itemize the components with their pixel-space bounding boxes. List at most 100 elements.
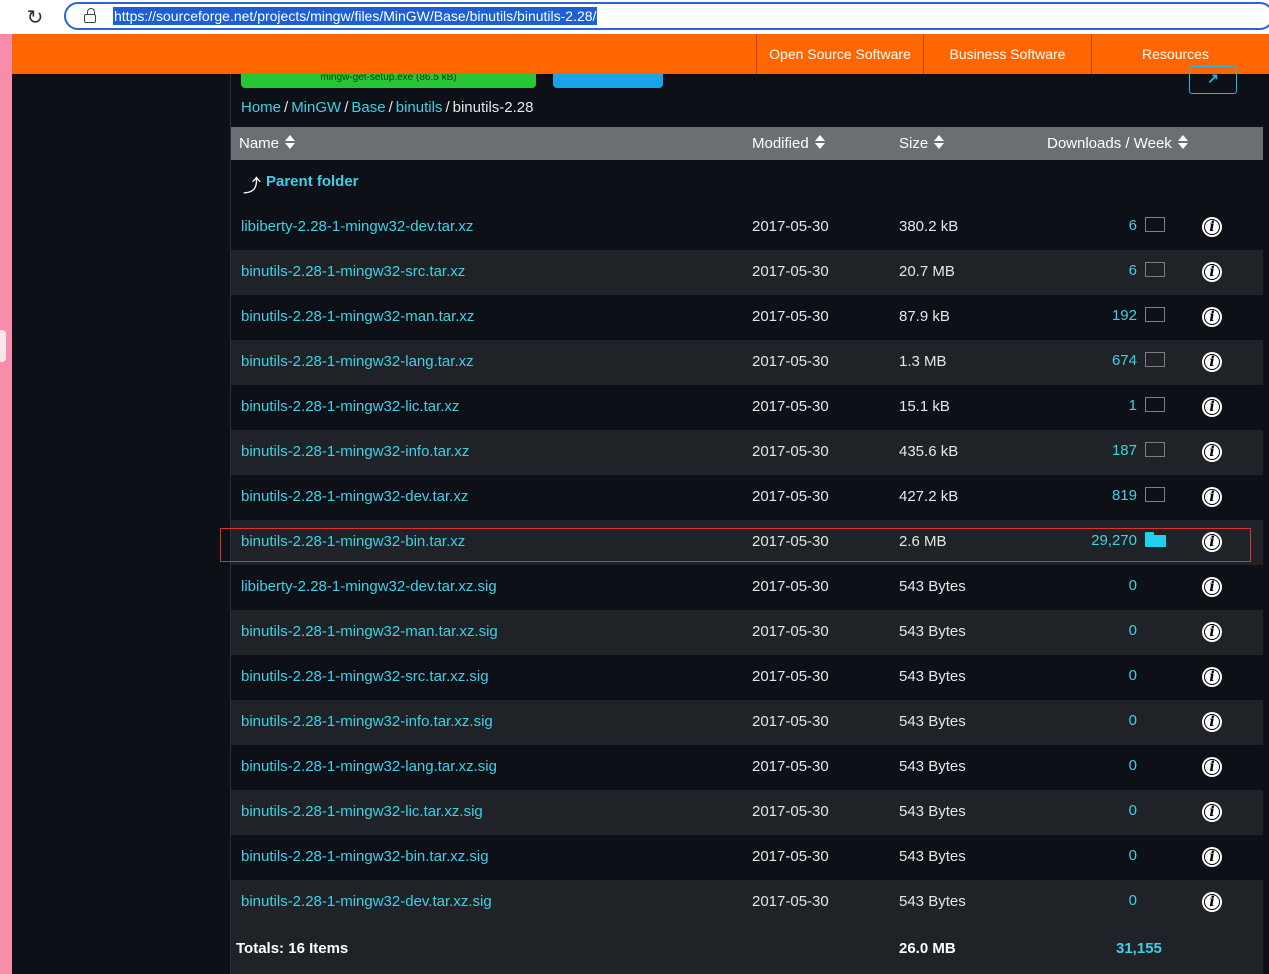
table-row: binutils-2.28-1-mingw32-dev.tar.xz.sig 20… bbox=[231, 880, 1263, 925]
file-link[interactable]: binutils-2.28-1-mingw32-info.tar.xz.sig bbox=[241, 713, 493, 730]
info-icon[interactable]: i bbox=[1202, 847, 1222, 867]
file-modified: 2017-05-30 bbox=[752, 218, 829, 235]
file-downloads[interactable]: 0 bbox=[1129, 892, 1137, 909]
left-sidebar bbox=[12, 74, 231, 974]
file-downloads[interactable]: 819 bbox=[1112, 487, 1137, 504]
info-icon[interactable]: i bbox=[1202, 892, 1222, 912]
url-text[interactable]: https://sourceforge.net/projects/mingw/f… bbox=[113, 7, 598, 25]
file-downloads[interactable]: 187 bbox=[1112, 442, 1137, 459]
info-icon[interactable]: i bbox=[1202, 442, 1222, 462]
lock-icon[interactable] bbox=[84, 8, 98, 24]
sort-icon[interactable] bbox=[934, 135, 945, 150]
sort-icon[interactable] bbox=[285, 135, 296, 150]
info-icon[interactable]: i bbox=[1202, 352, 1222, 372]
file-modified: 2017-05-30 bbox=[752, 398, 829, 415]
info-icon[interactable]: i bbox=[1202, 577, 1222, 597]
info-icon[interactable]: i bbox=[1202, 622, 1222, 642]
info-icon[interactable]: i bbox=[1202, 757, 1222, 777]
info-icon[interactable]: i bbox=[1202, 217, 1222, 237]
parent-folder-link[interactable]: Parent folder bbox=[266, 173, 359, 190]
totals-downloads: 31,155 bbox=[1116, 940, 1162, 957]
file-link[interactable]: binutils-2.28-1-mingw32-dev.tar.xz.sig bbox=[241, 893, 492, 910]
info-icon[interactable]: i bbox=[1202, 487, 1222, 507]
file-modified: 2017-05-30 bbox=[752, 443, 829, 460]
address-bar[interactable]: https://sourceforge.net/projects/mingw/f… bbox=[64, 2, 1269, 30]
table-row: binutils-2.28-1-mingw32-info.tar.xz.sig 2… bbox=[231, 700, 1263, 745]
file-size: 87.9 kB bbox=[899, 308, 950, 325]
file-link[interactable]: binutils-2.28-1-mingw32-src.tar.xz bbox=[241, 263, 465, 280]
table-row: binutils-2.28-1-mingw32-lang.tar.xz.sig 2… bbox=[231, 745, 1263, 790]
totals-row: Totals: 16 Items 26.0 MB 31,155 bbox=[231, 925, 1263, 974]
file-link[interactable]: binutils-2.28-1-mingw32-lic.tar.xz.sig bbox=[241, 803, 483, 820]
info-icon[interactable]: i bbox=[1202, 667, 1222, 687]
file-link[interactable]: binutils-2.28-1-mingw32-info.tar.xz bbox=[241, 443, 469, 460]
column-header-downloads-label: Downloads / Week bbox=[1047, 135, 1172, 152]
sort-icon[interactable] bbox=[814, 135, 825, 150]
file-downloads[interactable]: 0 bbox=[1129, 667, 1137, 684]
table-row: binutils-2.28-1-mingw32-src.tar.xz 2017-0… bbox=[231, 250, 1263, 295]
file-link[interactable]: binutils-2.28-1-mingw32-lang.tar.xz.sig bbox=[241, 758, 497, 775]
share-icon[interactable]: ↗ bbox=[1189, 66, 1237, 94]
browser-toolbar: ↻ https://sourceforge.net/projects/mingw… bbox=[0, 0, 1269, 34]
column-header-size[interactable]: Size bbox=[899, 127, 945, 160]
table-row: binutils-2.28-1-mingw32-man.tar.xz.sig 20… bbox=[231, 610, 1263, 655]
column-header-modified[interactable]: Modified bbox=[752, 127, 825, 160]
file-size: 543 Bytes bbox=[899, 713, 966, 730]
parent-folder-row[interactable]: ⤴ Parent folder bbox=[231, 160, 1263, 206]
file-modified: 2017-05-30 bbox=[752, 758, 829, 775]
breadcrumb-separator: / bbox=[284, 99, 289, 116]
reload-icon[interactable]: ↻ bbox=[22, 4, 48, 30]
file-modified: 2017-05-30 bbox=[752, 263, 829, 280]
sort-icon[interactable] bbox=[1177, 135, 1188, 150]
file-link[interactable]: binutils-2.28-1-mingw32-lic.tar.xz bbox=[241, 398, 459, 415]
info-icon[interactable]: i bbox=[1202, 712, 1222, 732]
side-panel-handle[interactable] bbox=[0, 330, 6, 362]
column-header-name[interactable]: Name bbox=[239, 127, 296, 160]
breadcrumb-base[interactable]: Base bbox=[351, 99, 385, 116]
download-sparkline bbox=[1145, 262, 1165, 277]
breadcrumb-home[interactable]: Home bbox=[241, 99, 281, 116]
table-row: binutils-2.28-1-mingw32-man.tar.xz 2017-0… bbox=[231, 295, 1263, 340]
file-modified: 2017-05-30 bbox=[752, 578, 829, 595]
secondary-action-button[interactable] bbox=[553, 74, 663, 88]
file-modified: 2017-05-30 bbox=[752, 623, 829, 640]
info-icon[interactable]: i bbox=[1202, 307, 1222, 327]
column-header-downloads[interactable]: Downloads / Week bbox=[1047, 127, 1188, 160]
download-latest-button[interactable]: mingw-get-setup.exe (86.5 kB) bbox=[241, 74, 536, 88]
info-icon[interactable]: i bbox=[1202, 262, 1222, 282]
file-link[interactable]: binutils-2.28-1-mingw32-src.tar.xz.sig bbox=[241, 668, 489, 685]
file-downloads[interactable]: 0 bbox=[1129, 802, 1137, 819]
file-link[interactable]: binutils-2.28-1-mingw32-bin.tar.xz bbox=[241, 533, 465, 550]
file-link[interactable]: binutils-2.28-1-mingw32-bin.tar.xz.sig bbox=[241, 848, 489, 865]
info-icon[interactable]: i bbox=[1202, 397, 1222, 417]
file-downloads[interactable]: 192 bbox=[1112, 307, 1137, 324]
file-downloads[interactable]: 674 bbox=[1112, 352, 1137, 369]
file-downloads[interactable]: 1 bbox=[1129, 397, 1137, 414]
nav-business-software[interactable]: Business Software bbox=[923, 34, 1091, 74]
file-downloads[interactable]: 0 bbox=[1129, 577, 1137, 594]
file-link[interactable]: binutils-2.28-1-mingw32-man.tar.xz bbox=[241, 308, 474, 325]
download-sparkline bbox=[1145, 217, 1165, 232]
nav-open-source-software[interactable]: Open Source Software bbox=[756, 34, 923, 74]
file-link[interactable]: libiberty-2.28-1-mingw32-dev.tar.xz.sig bbox=[241, 578, 497, 595]
breadcrumb-separator: / bbox=[344, 99, 349, 116]
breadcrumb-binutils[interactable]: binutils bbox=[396, 99, 443, 116]
file-downloads[interactable]: 0 bbox=[1129, 712, 1137, 729]
file-downloads[interactable]: 0 bbox=[1129, 757, 1137, 774]
file-link[interactable]: libiberty-2.28-1-mingw32-dev.tar.xz bbox=[241, 218, 473, 235]
info-icon[interactable]: i bbox=[1202, 802, 1222, 822]
breadcrumb: Home / MinGW / Base / binutils / binutils-2.28 bbox=[241, 98, 534, 118]
file-downloads[interactable]: 29,270 bbox=[1091, 532, 1137, 549]
file-link[interactable]: binutils-2.28-1-mingw32-lang.tar.xz bbox=[241, 353, 474, 370]
file-link[interactable]: binutils-2.28-1-mingw32-dev.tar.xz bbox=[241, 488, 468, 505]
file-downloads[interactable]: 6 bbox=[1129, 217, 1137, 234]
file-downloads[interactable]: 0 bbox=[1129, 622, 1137, 639]
column-header-modified-label: Modified bbox=[752, 135, 809, 152]
file-downloads[interactable]: 0 bbox=[1129, 847, 1137, 864]
totals-size: 26.0 MB bbox=[899, 940, 956, 957]
download-latest-label: mingw-get-setup.exe (86.5 kB) bbox=[320, 74, 457, 83]
breadcrumb-mingw[interactable]: MinGW bbox=[291, 99, 341, 116]
file-link[interactable]: binutils-2.28-1-mingw32-man.tar.xz.sig bbox=[241, 623, 498, 640]
file-downloads[interactable]: 6 bbox=[1129, 262, 1137, 279]
info-icon[interactable]: i bbox=[1202, 532, 1222, 552]
